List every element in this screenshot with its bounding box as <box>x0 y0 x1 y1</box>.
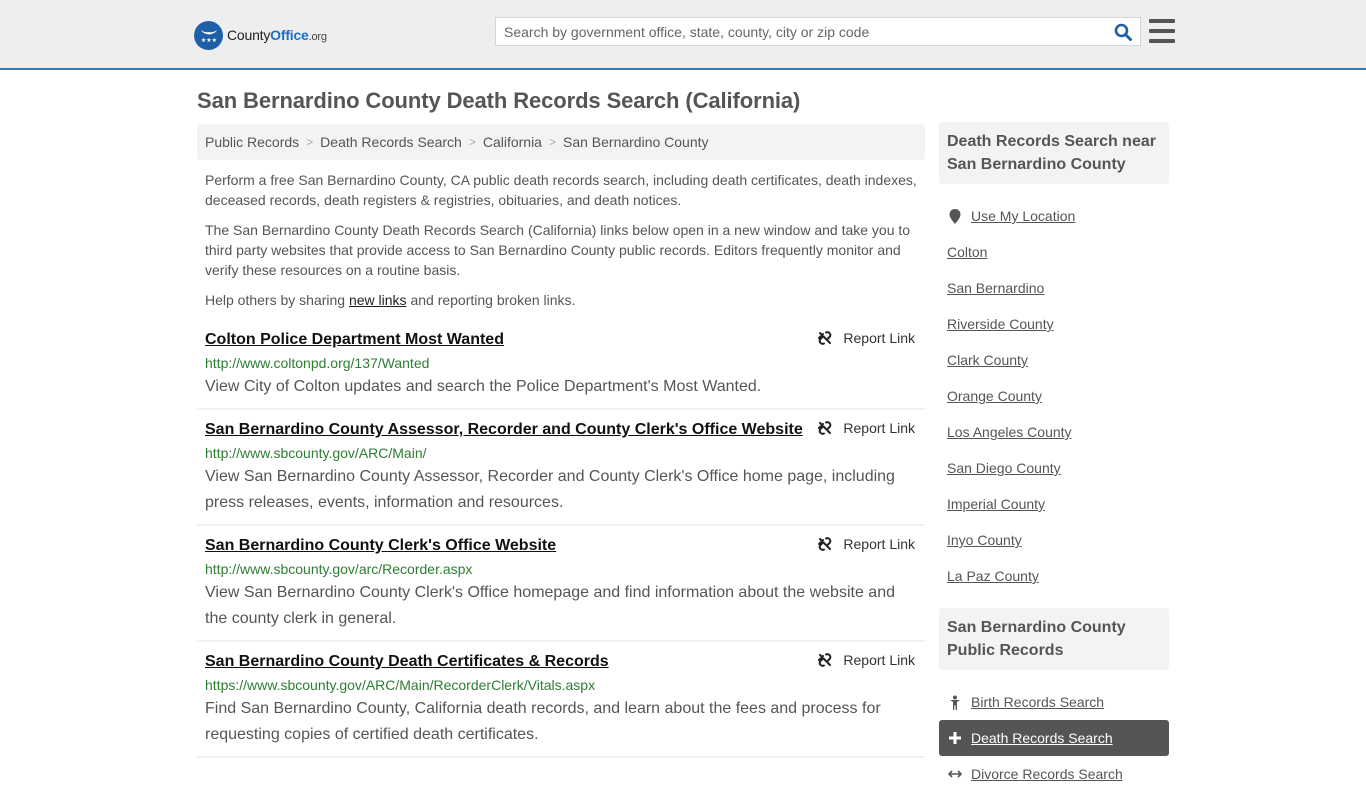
menu-bar <box>1149 39 1175 43</box>
broken-link-icon <box>818 537 832 551</box>
report-link-button[interactable]: Report Link <box>817 330 915 346</box>
nearby-item: La Paz County <box>939 558 1169 594</box>
top-header: ★★★ CountyOffice.org <box>0 0 1366 70</box>
nearby-item: Colton <box>939 234 1169 270</box>
result-title-link[interactable]: San Bernardino County Death Certificates… <box>205 650 609 674</box>
breadcrumb-california[interactable]: California <box>483 134 542 150</box>
result-description: View San Bernardino County Assessor, Rec… <box>205 468 895 511</box>
result-url: http://www.coltonpd.org/137/Wanted <box>205 355 430 371</box>
breadcrumb-separator: > <box>468 135 476 149</box>
search-button[interactable] <box>1106 18 1140 45</box>
result-item: Colton Police Department Most Wanted Rep… <box>197 320 925 410</box>
divorce-records-search-link[interactable]: Divorce Records Search <box>971 766 1123 782</box>
search-bar <box>495 17 1141 46</box>
use-location-item: Use My Location <box>939 198 1169 234</box>
new-links-link[interactable]: new links <box>349 292 407 308</box>
report-link-button[interactable]: Report Link <box>817 652 915 668</box>
breadcrumb-public-records[interactable]: Public Records <box>205 134 299 150</box>
public-records-list: Birth Records Search Death Records Searc… <box>939 670 1169 792</box>
public-records-item-active: Death Records Search <box>939 720 1169 756</box>
public-records-item: Divorce Records Search <box>939 756 1169 792</box>
nearby-item: Orange County <box>939 378 1169 414</box>
nearby-list: Use My Location Colton San Bernardino Ri… <box>939 184 1169 594</box>
nearby-link-san-diego-county[interactable]: San Diego County <box>947 460 1061 476</box>
logo-text: CountyOffice.org <box>227 27 327 43</box>
nearby-heading: Death Records Search near San Bernardino… <box>939 122 1169 184</box>
result-url: http://www.sbcounty.gov/ARC/Main/ <box>205 445 427 461</box>
eagle-stars-icon: ★★★ <box>194 20 223 50</box>
nearby-link-imperial-county[interactable]: Imperial County <box>947 496 1045 512</box>
nearby-link-inyo-county[interactable]: Inyo County <box>947 532 1022 548</box>
death-records-search-link[interactable]: Death Records Search <box>971 730 1113 746</box>
result-description: Find San Bernardino County, California d… <box>205 700 881 743</box>
svg-text:★★★: ★★★ <box>200 37 216 44</box>
menu-bar <box>1149 19 1175 23</box>
nearby-link-la-paz-county[interactable]: La Paz County <box>947 568 1039 584</box>
breadcrumb-separator: > <box>548 135 556 149</box>
result-item: San Bernardino County Assessor, Recorder… <box>197 410 925 526</box>
person-icon <box>947 695 963 710</box>
intro-paragraph: The San Bernardino County Death Records … <box>205 222 911 278</box>
result-description: View San Bernardino County Clerk's Offic… <box>205 584 895 627</box>
intro-text: Perform a free San Bernardino County, CA… <box>205 170 923 320</box>
menu-bar <box>1149 29 1175 33</box>
nearby-link-orange-county[interactable]: Orange County <box>947 388 1042 404</box>
nearby-link-san-bernardino[interactable]: San Bernardino <box>947 280 1044 296</box>
hamburger-menu-button[interactable] <box>1149 19 1175 43</box>
nearby-link-riverside-county[interactable]: Riverside County <box>947 316 1054 332</box>
nearby-link-los-angeles-county[interactable]: Los Angeles County <box>947 424 1072 440</box>
public-records-item: Birth Records Search <box>939 684 1169 720</box>
search-icon <box>1114 23 1132 41</box>
use-my-location-link[interactable]: Use My Location <box>971 208 1075 224</box>
breadcrumb-current: San Bernardino County <box>562 134 709 150</box>
nearby-link-colton[interactable]: Colton <box>947 244 987 260</box>
search-input[interactable] <box>496 18 1106 45</box>
birth-records-search-link[interactable]: Birth Records Search <box>971 694 1104 710</box>
report-link-button[interactable]: Report Link <box>817 420 915 436</box>
report-link-button[interactable]: Report Link <box>817 536 915 552</box>
page-title: San Bernardino County Death Records Sear… <box>197 88 801 113</box>
arrows-icon <box>947 769 963 779</box>
broken-link-icon <box>818 653 832 667</box>
broken-link-icon <box>818 421 832 435</box>
nearby-item: San Diego County <box>939 450 1169 486</box>
result-item: San Bernardino County Clerk's Office Web… <box>197 526 925 642</box>
public-records-heading: San Bernardino County Public Records <box>939 608 1169 670</box>
result-description: View City of Colton updates and search t… <box>205 378 762 395</box>
nearby-item: Inyo County <box>939 522 1169 558</box>
result-item: San Bernardino County Death Certificates… <box>197 642 925 758</box>
nearby-item: Imperial County <box>939 486 1169 522</box>
breadcrumb-death-records-search[interactable]: Death Records Search <box>320 134 462 150</box>
sidebar: Death Records Search near San Bernardino… <box>939 122 1169 792</box>
plus-icon <box>947 732 963 744</box>
breadcrumb-separator: > <box>306 135 314 149</box>
nearby-item: San Bernardino <box>939 270 1169 306</box>
intro-paragraph: Perform a free San Bernardino County, CA… <box>205 172 917 208</box>
map-pin-icon <box>947 208 963 224</box>
result-title-link[interactable]: San Bernardino County Clerk's Office Web… <box>205 534 556 558</box>
result-url: http://www.sbcounty.gov/arc/Recorder.asp… <box>205 561 473 577</box>
share-links-paragraph: Help others by sharing new links and rep… <box>205 292 576 308</box>
results-list: Colton Police Department Most Wanted Rep… <box>197 320 925 758</box>
site-logo[interactable]: ★★★ CountyOffice.org <box>194 20 327 50</box>
nearby-item: Riverside County <box>939 306 1169 342</box>
broken-link-icon <box>818 331 832 345</box>
result-url: https://www.sbcounty.gov/ARC/Main/Record… <box>205 677 596 693</box>
nearby-item: Clark County <box>939 342 1169 378</box>
result-title-link[interactable]: Colton Police Department Most Wanted <box>205 328 504 352</box>
result-title-link[interactable]: San Bernardino County Assessor, Recorder… <box>205 418 803 442</box>
breadcrumb: Public Records > Death Records Search > … <box>197 124 925 160</box>
nearby-link-clark-county[interactable]: Clark County <box>947 352 1028 368</box>
nearby-item: Los Angeles County <box>939 414 1169 450</box>
